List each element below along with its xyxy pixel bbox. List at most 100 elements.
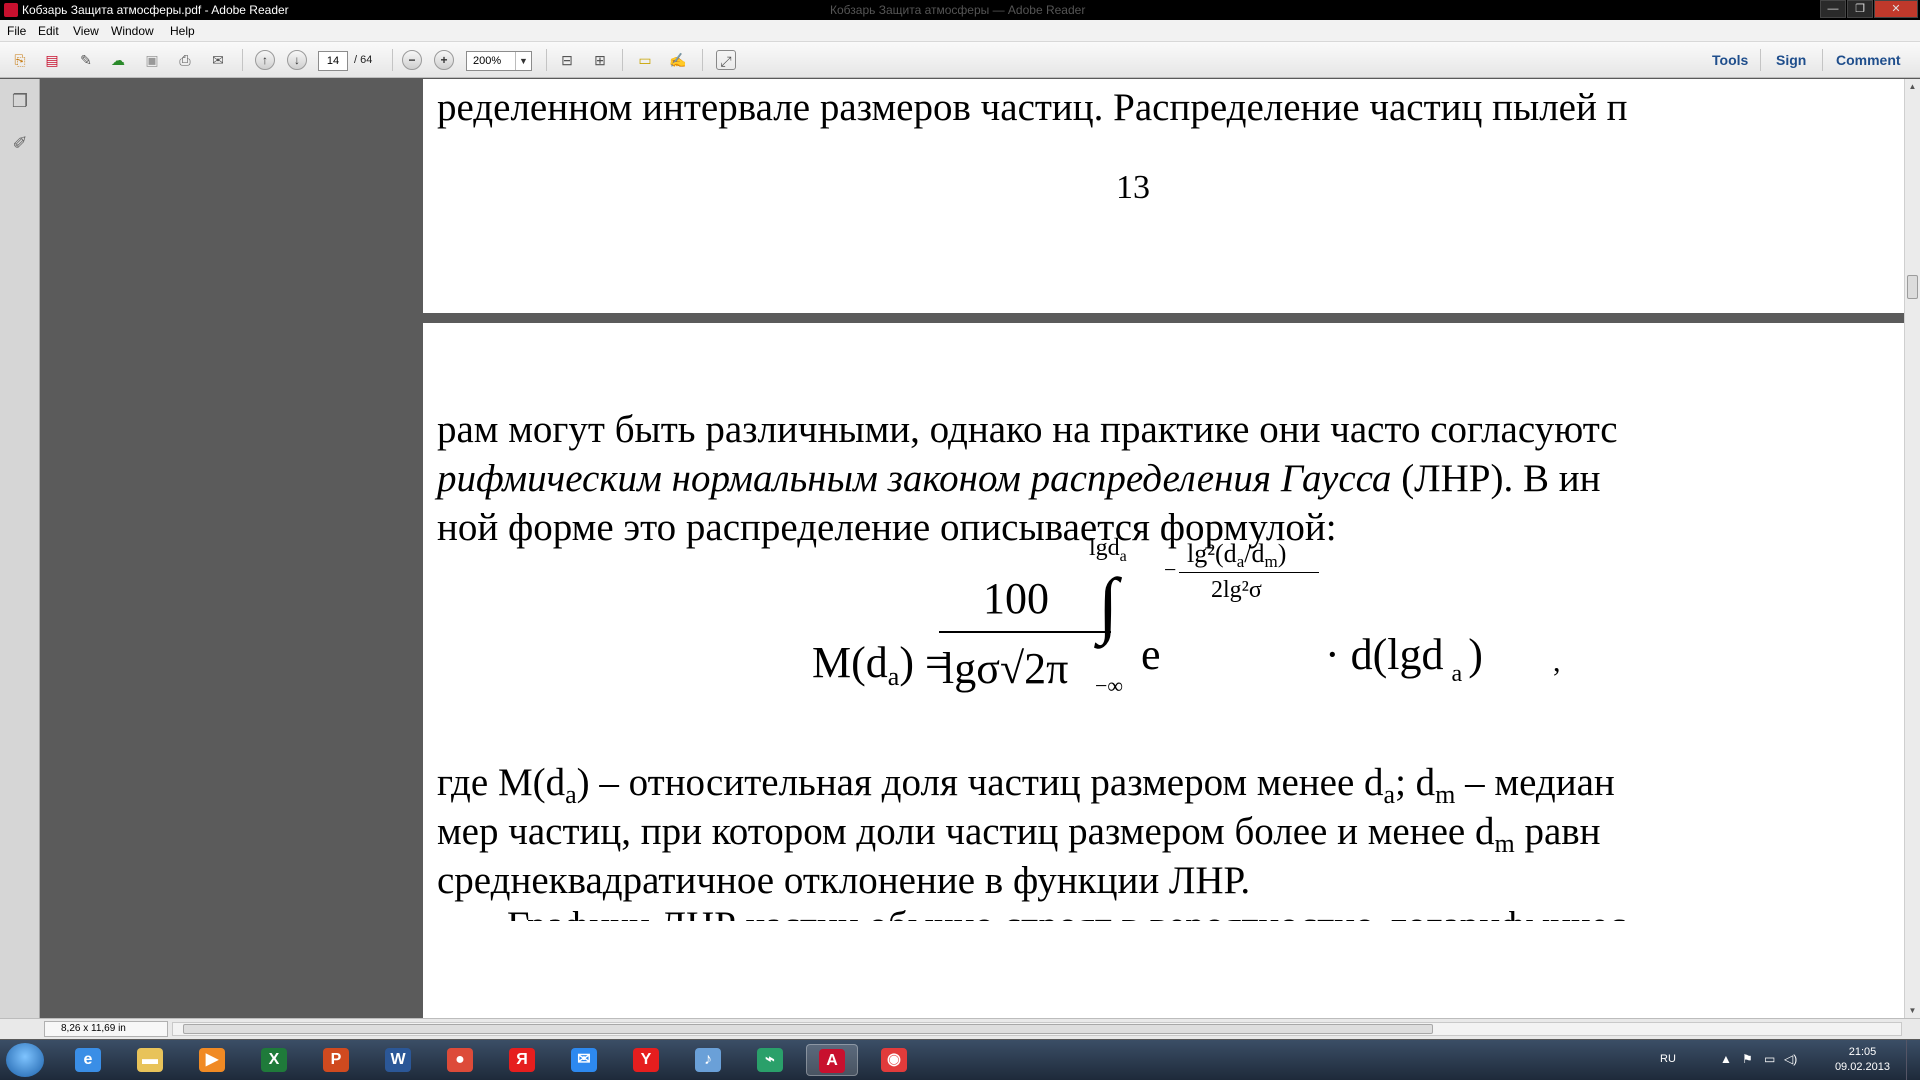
exponent-numerator-text: lg²(d [1187,539,1237,568]
scroll-up-icon[interactable]: ▲ [1907,82,1918,91]
body-text-line: рифмическим нормальным законом распредел… [437,456,1600,501]
taskbar-button[interactable]: ♪ [682,1044,734,1076]
show-hidden-icons-icon[interactable]: ▲ [1720,1052,1732,1066]
taskbar-button[interactable]: ▬ [124,1044,176,1076]
taskbar-button[interactable]: ● [434,1044,486,1076]
vertical-scrollbar[interactable]: ▲ ▼ [1904,79,1920,1018]
scrollbar-thumb[interactable] [1907,275,1918,299]
scroll-down-icon[interactable]: ▼ [1907,1006,1918,1015]
windows-taskbar: e ▬ ▶ X P W ● Я ✉ Y ♪ ⌁ A ◉ RU ▲ ⚑ ▭ ◁) 21:05 09.02.2… [0,1040,1920,1080]
sign-button[interactable]: Sign [1776,52,1806,68]
taskbar-button[interactable]: ✉ [558,1044,610,1076]
attachments-icon[interactable]: ✐ [10,133,30,155]
adobe-reader-icon: A [819,1049,845,1073]
integral-upper-limit: lgda [1089,535,1127,566]
yandex-icon: Я [509,1048,535,1072]
close-button[interactable]: ✕ [1874,0,1918,18]
taskbar-button[interactable]: X [248,1044,300,1076]
menu-file[interactable]: File [7,24,26,38]
menu-edit[interactable]: Edit [38,24,59,38]
page-thumbnails-icon[interactable]: ❐ [10,91,30,113]
taskbar-button[interactable]: Я [496,1044,548,1076]
body-text-fragment: мер частиц, при котором доли частиц разм… [437,810,1495,853]
zoom-out-button[interactable]: − [402,50,422,70]
taskbar-button[interactable]: ▶ [186,1044,238,1076]
exponent-subscript-m: m [1264,552,1278,571]
network-icon[interactable]: ▭ [1764,1052,1775,1066]
taskbar-button[interactable]: e [62,1044,114,1076]
page-number: 13 [1116,169,1150,206]
window-titlebar: Кобзарь Защита атмосферы.pdf - Adobe Rea… [0,0,1920,20]
folder-icon: ▬ [137,1048,163,1072]
next-page-button[interactable]: ↓ [287,50,307,70]
sticky-note-icon[interactable]: ▭ [635,50,655,70]
body-text-fragment: (ЛНР). В ин [1391,457,1601,500]
subscript: a [1383,780,1396,809]
excel-icon: X [261,1048,287,1072]
create-pdf-icon[interactable]: ⎘ [10,50,30,70]
integral-lower-limit: −∞ [1095,673,1124,698]
subscript: a [565,780,577,809]
integral-sign: ∫ [1098,564,1119,646]
taskbar-button[interactable]: Y [620,1044,672,1076]
fit-page-icon[interactable]: ⊟ [557,50,577,70]
media-player-icon: ▶ [199,1048,225,1072]
highlight-icon[interactable]: ✍ [668,50,688,70]
language-indicator[interactable]: RU [1660,1053,1676,1065]
subscript: m [1494,829,1515,858]
email-icon[interactable]: ✉ [208,50,228,70]
toolbar-divider [702,49,703,71]
body-text-line: рам могут быть различными, однако на пра… [437,408,1618,451]
differential-term: · d(lgd a) [1325,629,1483,688]
fit-width-icon[interactable]: ⊞ [590,50,610,70]
open-pdf-icon[interactable]: ▤ [42,50,62,70]
menu-bar: File Edit View Window Help [0,20,1920,42]
previous-page-button[interactable]: ↑ [255,50,275,70]
zoom-in-button[interactable]: + [434,50,454,70]
taskbar-button[interactable]: A [806,1044,858,1076]
navigation-pane: ❐ ✐ [0,79,40,1018]
horizontal-scrollbar-thumb[interactable] [183,1024,1433,1034]
menu-help[interactable]: Help [170,24,195,38]
maximize-button[interactable]: ❐ [1847,0,1873,18]
body-text-fragment: ) – относительная доля частиц размером м… [576,761,1384,804]
start-button[interactable] [6,1043,44,1077]
ghost-window-title: Кобзарь Защита атмосферы — Adobe Reader [830,3,1086,17]
taskbar-button[interactable]: W [372,1044,424,1076]
differential-text: · d(lgd [1325,630,1444,679]
toolbar: ⎘ ▤ ✎ ☁ ▣ ⎙ ✉ ↑ ↓ 14 / 64 − + 200% ▼ ⊟ ⊞… [0,42,1920,78]
taskbar-button[interactable]: ⌁ [744,1044,796,1076]
print-icon[interactable]: ⎙ [175,50,195,70]
volume-icon[interactable]: ◁) [1784,1052,1797,1066]
sound-icon: ♪ [695,1048,721,1072]
save-icon[interactable]: ▣ [142,50,162,70]
page-number-input[interactable]: 14 [318,51,348,71]
menu-window[interactable]: Window [111,24,154,38]
chevron-down-icon[interactable]: ▼ [515,52,531,70]
formula-lhs: M(da) = [812,637,950,692]
horizontal-scrollbar[interactable] [172,1022,1902,1036]
document-view[interactable]: ределенном интервале размеров частиц. Ра… [41,79,1904,1018]
taskbar-button[interactable]: P [310,1044,362,1076]
menu-view[interactable]: View [73,24,99,38]
exponent-minus: − [1164,557,1177,582]
edit-icon[interactable]: ✎ [76,50,96,70]
window-title: Кобзарь Защита атмосферы.pdf - Adobe Rea… [22,3,289,17]
toolbar-divider [546,49,547,71]
upper-limit-text: lgd [1089,535,1120,561]
exponent-numerator: lg²(da/dm) [1187,539,1286,572]
cloud-upload-icon[interactable]: ☁ [108,50,128,70]
tools-button[interactable]: Tools [1712,52,1748,68]
word-icon: W [385,1048,411,1072]
comment-button[interactable]: Comment [1836,52,1901,68]
page-total: / 64 [354,54,373,66]
action-center-icon[interactable]: ⚑ [1742,1052,1753,1066]
taskbar-button[interactable]: ◉ [868,1044,920,1076]
toolbar-divider [242,49,243,71]
clock-date: 09.02.2013 [1834,1061,1890,1073]
clock[interactable]: 21:05 09.02.2013 [1835,1045,1890,1075]
minimize-button[interactable]: — [1820,0,1846,18]
show-desktop-button[interactable] [1906,1040,1920,1080]
zoom-select[interactable]: 200% ▼ [466,51,532,71]
expand-icon[interactable]: ⤢ [716,50,736,70]
